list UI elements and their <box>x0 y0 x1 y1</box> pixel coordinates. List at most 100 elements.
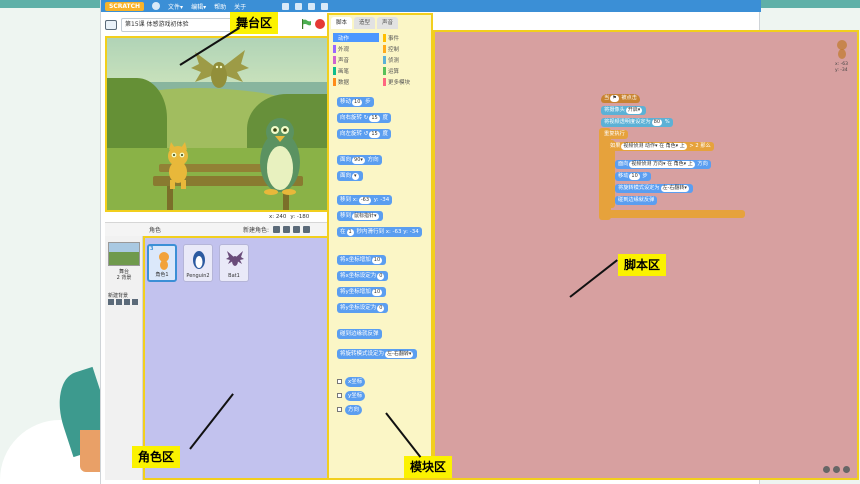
category-动作[interactable]: 动作 <box>333 33 379 42</box>
script-block[interactable]: 将摄像头 开启▾ <box>601 106 647 115</box>
category-运算[interactable]: 运算 <box>383 66 429 75</box>
stage-thumbnail[interactable] <box>108 242 140 266</box>
block-input[interactable]: ⚑ <box>610 95 619 102</box>
block-input[interactable]: 1 <box>346 229 354 236</box>
new-backdrop-tools <box>108 299 138 305</box>
tab-scripts[interactable]: 脚本 <box>331 17 353 29</box>
duplicate-icon[interactable] <box>282 2 290 10</box>
reporter-block[interactable]: x坐标 <box>345 377 366 387</box>
palette-block[interactable]: 将x坐标增加 10 <box>337 255 387 265</box>
grow-icon[interactable] <box>308 2 316 10</box>
script-block[interactable]: 如果 视频侦测 动作▾ 在 角色▾ 上 > 2 那么 <box>607 142 714 151</box>
palette-block[interactable]: 将旋转模式设定为 左-右翻转▾ <box>337 349 418 359</box>
block-text: 将摄像头 <box>604 107 625 113</box>
project-title-field[interactable]: 第15课 体感游戏初体验 <box>121 18 241 32</box>
menu-file[interactable]: 文件▾ <box>168 2 183 11</box>
script-block[interactable]: 碰到边缘就反弹 <box>615 196 658 205</box>
script-block[interactable]: 将视频透明度设定为 80 % <box>601 118 673 127</box>
block-text: 方向 <box>365 157 379 163</box>
palette-block[interactable]: 面向 90▾ 方向 <box>337 155 382 165</box>
block-input[interactable]: 10 <box>371 289 383 296</box>
zoom-out-icon[interactable] <box>823 466 830 473</box>
category-外观[interactable]: 外观 <box>333 44 379 53</box>
reporter-checkbox[interactable] <box>337 393 342 398</box>
block-input[interactable]: 10 <box>371 257 383 264</box>
scratch-logo[interactable]: SCRATCH <box>105 1 145 11</box>
shrink-icon[interactable] <box>321 2 329 10</box>
palette-block[interactable]: 移到 鼠标指针▾ <box>337 211 383 221</box>
sprite-card-bat[interactable]: Bat1 <box>219 244 249 282</box>
category-画笔[interactable]: 画笔 <box>333 66 379 75</box>
block-input[interactable]: 15 <box>369 115 380 122</box>
reporter-checkbox[interactable] <box>337 407 342 412</box>
block-text: 步 <box>640 173 648 179</box>
camera-icon[interactable] <box>132 299 138 305</box>
cut-icon[interactable] <box>295 2 303 10</box>
sprite-library-icon[interactable] <box>273 226 281 233</box>
block-input[interactable]: 15 <box>369 131 380 138</box>
stage[interactable] <box>105 36 329 212</box>
script-block[interactable]: 当 ⚑ 被点击 <box>601 94 640 103</box>
script-block[interactable]: 重复执行 <box>601 130 628 139</box>
palette-block[interactable]: 移动 10 步 <box>337 97 374 107</box>
sprite-card-penguin[interactable]: Penguin2 <box>183 244 213 282</box>
palette-block[interactable]: 向右旋转 ↻ 15 度 <box>337 113 391 123</box>
block-text: 将y坐标设定为 <box>340 305 377 311</box>
script-block[interactable]: 移动 10 步 <box>615 172 651 181</box>
backdrop-library-icon[interactable] <box>108 299 114 305</box>
block-input[interactable]: 0 <box>377 305 385 312</box>
category-声音[interactable]: 声音 <box>333 55 379 64</box>
tab-sounds[interactable]: 声音 <box>377 17 399 29</box>
block-input[interactable]: 视频侦测 动作▾ 在 角色▾ 上 <box>621 143 687 150</box>
palette-block[interactable]: 面向 ▾ <box>337 171 363 181</box>
block-input[interactable]: 10 <box>352 99 363 106</box>
block-input[interactable]: 90▾ <box>352 157 365 164</box>
block-input[interactable]: 0 <box>377 273 385 280</box>
green-flag-icon[interactable] <box>301 19 311 29</box>
menu-help[interactable]: 帮助 <box>214 2 226 11</box>
menu-edit[interactable]: 编辑▾ <box>191 2 206 11</box>
edit-tools <box>282 2 329 10</box>
fullscreen-icon[interactable] <box>105 20 117 30</box>
paint-brush-icon[interactable] <box>283 226 291 233</box>
upload-icon[interactable] <box>124 299 130 305</box>
camera-icon[interactable] <box>303 226 311 233</box>
block-input[interactable]: 左-右翻转▾ <box>385 351 414 358</box>
menu-about[interactable]: 关于 <box>234 2 246 11</box>
zoom-in-icon[interactable] <box>843 466 850 473</box>
category-侦测[interactable]: 侦测 <box>383 55 429 64</box>
palette-block[interactable]: 将y坐标增加 10 <box>337 287 387 297</box>
block-input[interactable]: 10 <box>629 173 640 180</box>
upload-icon[interactable] <box>293 226 301 233</box>
reporter-checkbox[interactable] <box>337 379 342 384</box>
category-控制[interactable]: 控制 <box>383 44 429 53</box>
palette-block[interactable]: 碰到边缘就反弹 <box>337 329 382 339</box>
category-更多模块[interactable]: 更多模块 <box>383 77 429 86</box>
block-input[interactable]: 视频侦测 方向▾ 在 角色▾ 上 <box>629 161 695 168</box>
stop-button[interactable] <box>315 19 325 29</box>
reporter-block[interactable]: 方向 <box>345 405 363 415</box>
block-input[interactable]: 左-右翻转▾ <box>660 185 689 192</box>
block-text: 碰到边缘就反弹 <box>618 197 655 203</box>
palette-block[interactable]: 在1 秒内滑行到 x: -63 y: -34 <box>337 227 422 237</box>
block-input[interactable]: 开启▾ <box>625 107 643 114</box>
block-input[interactable]: 鼠标指针▾ <box>352 213 379 220</box>
reporter-block[interactable]: y坐标 <box>345 391 366 401</box>
block-input[interactable]: -63 <box>358 197 372 204</box>
palette-block[interactable]: 向左旋转 ↺ 15 度 <box>337 129 391 139</box>
category-事件[interactable]: 事件 <box>383 33 429 42</box>
category-数据[interactable]: 数据 <box>333 77 379 86</box>
palette-block[interactable]: 将x坐标设定为 0 <box>337 271 389 281</box>
palette-block[interactable]: 移到 x: -63 y: -34 <box>337 195 393 205</box>
paint-brush-icon[interactable] <box>116 299 122 305</box>
globe-icon[interactable] <box>152 2 161 10</box>
block-input[interactable]: ▾ <box>352 173 359 180</box>
block-input[interactable]: 80 <box>651 119 663 126</box>
palette-block[interactable]: 将y坐标设定为 0 <box>337 303 389 313</box>
script-block[interactable]: 面向 视频侦测 方向▾ 在 角色▾ 上 方向 <box>615 160 711 169</box>
script-block[interactable]: 将旋转模式设定为 左-右翻转▾ <box>615 184 693 193</box>
tab-costumes[interactable]: 造型 <box>354 17 376 29</box>
sprite-card-cat[interactable]: 3 角色1 <box>147 244 177 282</box>
block-text: 步 <box>363 99 371 105</box>
zoom-reset-icon[interactable] <box>833 466 840 473</box>
